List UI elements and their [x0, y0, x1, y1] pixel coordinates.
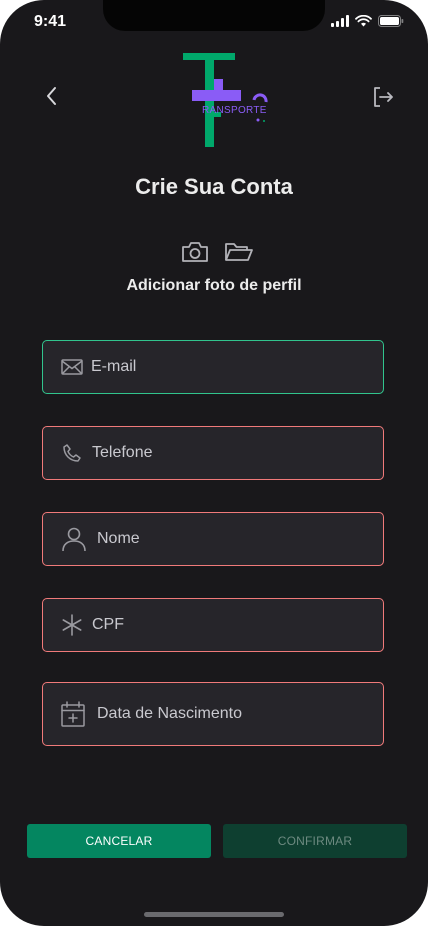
status-icons	[331, 15, 404, 27]
birthdate-field-label: Data de Nascimento	[97, 705, 242, 722]
asterisk-icon	[61, 614, 83, 636]
cancel-button[interactable]: CANCELAR	[27, 824, 211, 858]
cpf-field[interactable]: CPF	[42, 598, 384, 652]
folder-open-icon	[225, 243, 253, 261]
add-photo-label: Adicionar foto de perfil	[126, 277, 302, 294]
mail-icon	[61, 356, 83, 378]
birthdate-field[interactable]: Data de Nascimento	[42, 682, 384, 746]
logo-wordmark: RANSPORTE	[202, 105, 267, 116]
camera-button[interactable]	[180, 238, 210, 266]
phone-screen: 9:41 RANSPORTE Crie Sua Conta Adicionar …	[0, 0, 428, 926]
phone-field[interactable]: Telefone	[42, 426, 384, 480]
phone-field-label: Telefone	[92, 444, 153, 461]
notch	[103, 0, 325, 31]
confirm-button[interactable]: CONFIRMAR	[223, 824, 407, 858]
status-time: 9:41	[34, 13, 67, 30]
back-button[interactable]	[38, 82, 66, 110]
logout-button[interactable]	[368, 82, 398, 112]
photo-options	[180, 238, 254, 266]
gallery-button[interactable]	[224, 238, 254, 266]
user-icon	[61, 526, 87, 552]
page-title: Crie Sua Conta	[135, 174, 293, 199]
cpf-field-label: CPF	[92, 616, 124, 633]
email-field-label: E-mail	[91, 358, 137, 375]
email-field[interactable]: E-mail	[42, 340, 384, 394]
battery-icon	[378, 15, 404, 27]
logout-icon	[374, 87, 393, 107]
signal-icon	[331, 15, 349, 27]
calendar-icon	[61, 701, 85, 727]
home-indicator	[144, 912, 284, 917]
app-logo: RANSPORTE	[176, 50, 276, 150]
camera-icon	[182, 242, 208, 262]
name-field-label: Nome	[97, 530, 140, 547]
name-field[interactable]: Nome	[42, 512, 384, 566]
phone-icon	[61, 442, 83, 464]
chevron-left-icon	[47, 87, 56, 105]
wifi-icon	[355, 15, 372, 27]
